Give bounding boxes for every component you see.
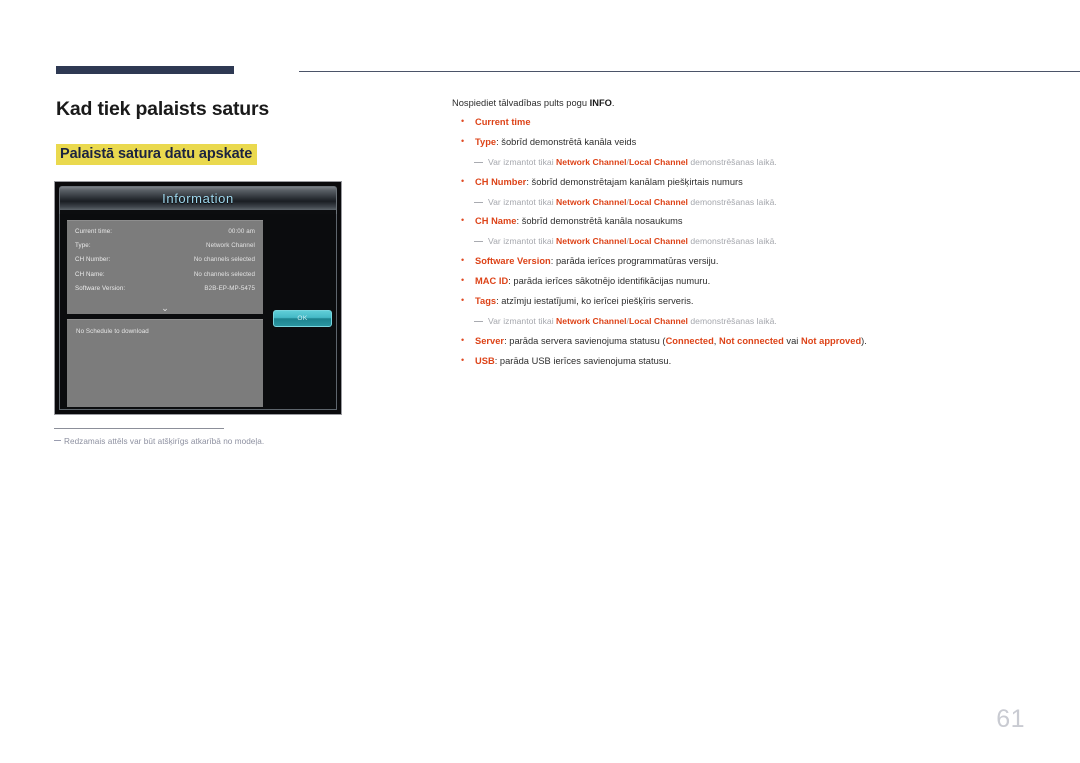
term-current-time: Current time	[475, 117, 531, 127]
note-term-local-channel: Local Channel	[628, 196, 688, 207]
tv-screenshot-figure: Information Current time: 00:00 am Type:…	[54, 181, 342, 415]
information-rows: Current time: 00:00 am Type: Network Cha…	[67, 221, 263, 292]
dialog-title: Information	[162, 191, 234, 206]
info-row: Software Version: B2B-EP-MP-5475	[75, 285, 255, 292]
note-before: Var izmantot tikai	[488, 316, 557, 327]
desc-mac-id: : parāda ierīces sākotnējo identifikācij…	[508, 276, 711, 286]
figure-footnote-line: Redzamais attēls var būt atšķirīgs atkar…	[54, 437, 384, 446]
content-column: Nospiediet tālvadības pults pogu INFO. C…	[452, 98, 1026, 376]
info-row-label: Software Version:	[75, 284, 126, 292]
term-mac-id: MAC ID	[475, 276, 509, 286]
page-header-rules	[56, 66, 1080, 78]
chevron-down-icon[interactable]: ⌄	[67, 304, 263, 313]
footnote-dash-icon	[54, 440, 61, 441]
desc-ch-number: : šobrīd demonstrētajam kanālam piešķirt…	[526, 176, 743, 187]
lead-text-after: .	[611, 98, 615, 108]
list-item-usb: USB: parāda USB ierīces savienojuma stat…	[452, 355, 1026, 368]
term-server: Server	[475, 335, 505, 346]
list-item-mac-id: MAC ID: parāda ierīces sākotnējo identif…	[452, 275, 1026, 288]
section-subtitle: Palaistā satura datu apskate	[56, 144, 258, 165]
list-item-server: Server: parāda servera savienojuma statu…	[452, 335, 1026, 348]
info-row-label: CH Name:	[75, 270, 105, 278]
info-row-value: No channels selected	[193, 270, 255, 278]
header-divider-line	[299, 71, 1080, 72]
note-after: demonstrēšanas laikā.	[687, 316, 777, 327]
info-row: CH Number: No channels selected	[75, 256, 255, 263]
note-term-network-channel: Network Channel	[556, 157, 627, 168]
status-not-connected: Not connected	[719, 335, 784, 346]
term-type: Type	[475, 137, 497, 148]
lead-info-keyword: INFO	[589, 98, 612, 108]
note-before: Var izmantot tikai	[488, 236, 557, 247]
term-ch-number: CH Number	[475, 176, 527, 187]
desc-server-mid: : parāda servera savienojuma statusu (	[504, 335, 666, 346]
information-panel: Current time: 00:00 am Type: Network Cha…	[67, 220, 263, 314]
info-row-label: CH Number:	[75, 256, 111, 264]
term-software-version: Software Version	[475, 255, 551, 266]
status-not-approved: Not approved	[800, 335, 862, 346]
term-usb: USB	[475, 355, 495, 366]
ok-button-label: OK	[297, 315, 308, 322]
list-item-software-version: Software Version: parāda ierīces program…	[452, 255, 1026, 268]
info-row-value: B2B-EP-MP-5475	[204, 284, 255, 292]
list-item-current-time: Current time	[452, 116, 1026, 129]
info-item-list: Current time Type: šobrīd demonstrētā ka…	[452, 116, 1026, 368]
info-row: Current time: 00:00 am	[75, 228, 255, 235]
dialog-title-bar: Information	[59, 186, 337, 210]
lead-text-before: Nospiediet tālvadības pults pogu	[452, 98, 590, 108]
info-row-value: 00:00 am	[228, 228, 255, 235]
server-sep-2: vai	[783, 335, 801, 346]
term-ch-name: CH Name	[475, 216, 517, 227]
desc-usb: : parāda USB ierīces savienojuma statusu…	[494, 355, 672, 366]
note-after: demonstrēšanas laikā.	[687, 236, 777, 247]
ok-button[interactable]: OK	[273, 310, 332, 327]
note-after: demonstrēšanas laikā.	[687, 157, 777, 168]
figure-footnote-text: Redzamais attēls var būt atšķirīgs atkar…	[64, 437, 265, 446]
list-item-type: Type: šobrīd demonstrētā kanāla veids	[452, 136, 1026, 149]
list-item-ch-number: CH Number: šobrīd demonstrētajam kanālam…	[452, 176, 1026, 189]
desc-software-version: : parāda ierīces programmatūras versiju.	[550, 255, 719, 266]
schedule-panel: No Schedule to download	[67, 319, 263, 407]
note-term-local-channel: Local Channel	[628, 316, 688, 327]
status-connected: Connected	[665, 335, 714, 346]
desc-tags: : atzīmju iestatījumi, ko ierīcei piešķī…	[496, 296, 694, 307]
note-term-network-channel: Network Channel	[556, 196, 627, 207]
note-before: Var izmantot tikai	[488, 157, 557, 168]
info-row: CH Name: No channels selected	[75, 271, 255, 278]
sub-note-ch-name: Var izmantot tikai Network Channel/Local…	[452, 236, 1026, 247]
header-accent-bar	[56, 66, 234, 74]
sub-note-type: Var izmantot tikai Network Channel/Local…	[452, 157, 1026, 168]
schedule-empty-text: No Schedule to download	[76, 328, 149, 335]
page-title: Kad tiek palaists saturs	[56, 98, 270, 120]
info-row-value: No channels selected	[193, 256, 255, 264]
page-number: 61	[996, 705, 1025, 733]
list-item-tags: Tags: atzīmju iestatījumi, ko ierīcei pi…	[452, 295, 1026, 308]
section-subtitle-wrap: Palaistā satura datu apskate	[56, 144, 258, 165]
info-row-value: Network Channel	[206, 242, 255, 250]
term-tags: Tags	[475, 296, 497, 307]
info-row-label: Current time:	[75, 228, 113, 235]
note-term-local-channel: Local Channel	[628, 157, 688, 168]
lead-paragraph: Nospiediet tālvadības pults pogu INFO.	[452, 98, 1026, 108]
note-term-network-channel: Network Channel	[556, 316, 627, 327]
note-after: demonstrēšanas laikā.	[687, 196, 777, 207]
list-item-ch-name: CH Name: šobrīd demonstrētā kanāla nosau…	[452, 215, 1026, 228]
figure-footnote: Redzamais attēls var būt atšķirīgs atkar…	[54, 428, 384, 446]
tv-screen: Information Current time: 00:00 am Type:…	[59, 186, 337, 410]
desc-ch-name: : šobrīd demonstrētā kanāla nosaukums	[516, 216, 683, 227]
sub-note-tags: Var izmantot tikai Network Channel/Local…	[452, 316, 1026, 327]
desc-server-tail: ).	[861, 335, 867, 346]
info-row: Type: Network Channel	[75, 242, 255, 249]
desc-type: : šobrīd demonstrētā kanāla veids	[496, 137, 637, 148]
figure-footnote-rule	[54, 428, 224, 429]
dialog-body: Current time: 00:00 am Type: Network Cha…	[59, 214, 337, 410]
note-term-network-channel: Network Channel	[556, 236, 627, 247]
info-row-label: Type:	[75, 242, 91, 250]
note-before: Var izmantot tikai	[488, 196, 557, 207]
sub-note-ch-number: Var izmantot tikai Network Channel/Local…	[452, 197, 1026, 208]
tv-bezel: Information Current time: 00:00 am Type:…	[54, 181, 342, 415]
note-term-local-channel: Local Channel	[628, 236, 688, 247]
